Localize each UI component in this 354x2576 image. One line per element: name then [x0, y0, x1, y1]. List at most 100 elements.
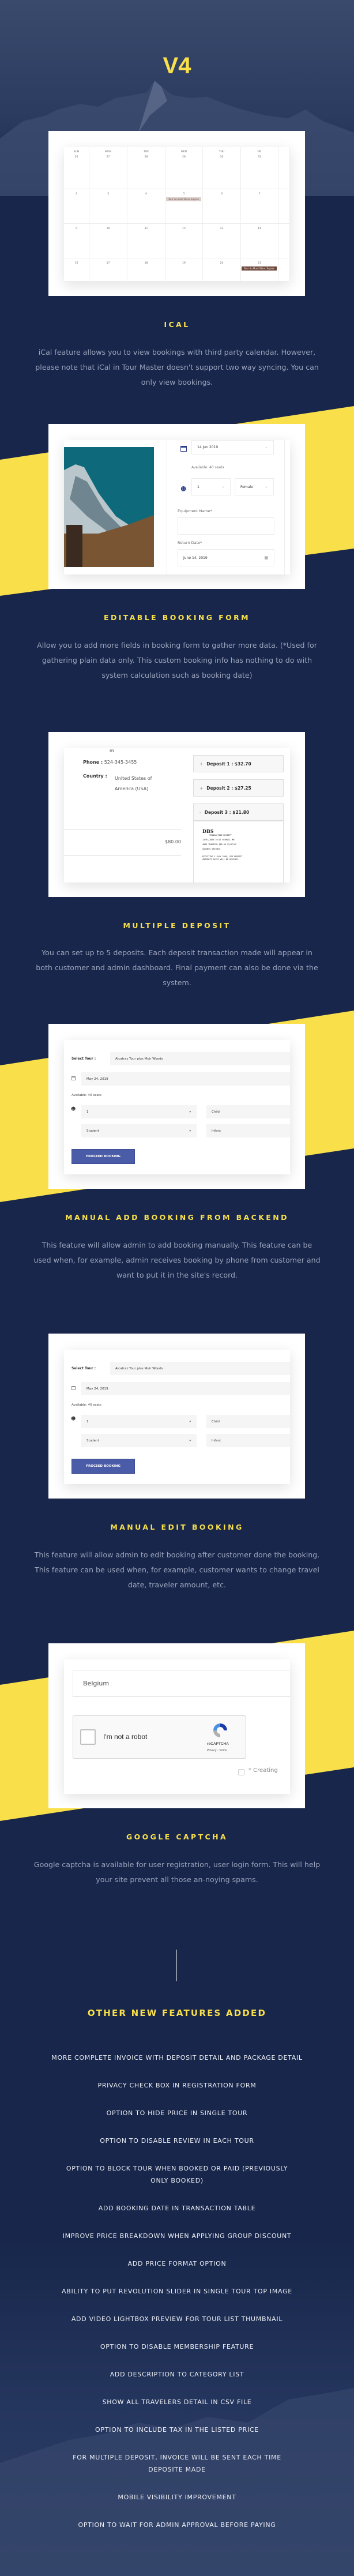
- calendar-day-cell[interactable]: 9: [64, 224, 89, 258]
- child-input[interactable]: Child: [206, 1105, 290, 1118]
- proceed-booking-button[interactable]: PROCEED BOOKING: [71, 1149, 135, 1164]
- calendar-day-cell[interactable]: 17: [89, 258, 127, 281]
- calendar-day-cell[interactable]: 14: [241, 224, 278, 258]
- receipt-image: DBS TRANSACTION RECEIPT 13/07/2009 10:31…: [202, 828, 274, 883]
- gender-select[interactable]: Female ⌄: [235, 478, 274, 495]
- tour-select[interactable]: Alcatraz Tour plus Muir Woods: [110, 1362, 290, 1375]
- caret-down-icon: ▾: [189, 1129, 191, 1133]
- chevron-down-icon: ⌄: [265, 485, 268, 489]
- plus-icon: +: [199, 761, 204, 767]
- deposit-2-accordion[interactable]: + Deposit 2 : $27.25: [193, 779, 284, 797]
- calendar-event[interactable]: Tour du Mont Blanc Expres: [166, 197, 201, 201]
- calendar-day-cell[interactable]: [278, 258, 290, 281]
- calendar: SUN 26 MON 27 TUE 28 WED 29 THU 30 FRI 31 2 3 4 5 Tour d…: [64, 147, 290, 281]
- calendar-day-cell[interactable]: MON 27: [89, 147, 127, 189]
- deposit-1-accordion[interactable]: + Deposit 1 : $32.70: [193, 755, 284, 772]
- people-select[interactable]: 1 ⌄: [191, 478, 231, 495]
- recaptcha-links[interactable]: Privacy - Terms: [207, 1749, 227, 1752]
- feature-list: MORE COMPLETE INVOICE WITH DEPOSIT DETAI…: [0, 2052, 354, 2547]
- calendar-day-cell[interactable]: 20: [203, 258, 241, 281]
- calendar-day-cell[interactable]: THU 30: [203, 147, 241, 189]
- calendar-day-cell[interactable]: SUN 26: [64, 147, 89, 189]
- country-input[interactable]: Belgium: [73, 1670, 290, 1697]
- feature-item: OPTION TO DISABLE REVIEW IN EACH TOUR: [100, 2137, 254, 2145]
- availability-text: Available: 40 seats: [71, 1094, 101, 1097]
- date-number: 31: [258, 156, 261, 159]
- calendar-day-cell[interactable]: 21 Tour du Mont Blanc Expres: [241, 258, 278, 281]
- section-desc-ical: iCal feature allows you to view bookings…: [35, 348, 319, 386]
- country-line-2: America (USA): [115, 786, 149, 791]
- date-input[interactable]: May 24, 2019: [81, 1382, 290, 1395]
- tour-value: Alcatraz Tour plus Muir Woods: [115, 1057, 163, 1061]
- return-date-input[interactable]: June 14, 2019 ▦: [178, 549, 274, 566]
- date-select[interactable]: 14 Jun 2019 ⌄: [191, 440, 274, 455]
- people-icon: ☻: [71, 1416, 76, 1421]
- proceed-booking-button[interactable]: PROCEED BOOKING: [71, 1459, 135, 1474]
- weekday-label: MON: [105, 151, 111, 153]
- date-number: 29: [182, 156, 186, 159]
- student-select[interactable]: Student ▾: [81, 1124, 197, 1137]
- calendar-day-cell[interactable]: 13: [203, 224, 241, 258]
- feature-item: OPTION TO WAIT FOR ADMIN APPROVAL BEFORE…: [78, 2521, 276, 2529]
- infant-input[interactable]: Infant: [206, 1434, 290, 1447]
- calendar-day-cell[interactable]: 7: [241, 189, 278, 224]
- receipt-line: 13/07/2009 10:31 REDHILL MRT: [202, 839, 236, 841]
- deposit-label: Deposit 3 : $21.80: [204, 809, 250, 815]
- calendar-day-cell[interactable]: 5 Tour du Mont Blanc Expres: [165, 189, 203, 224]
- deposit-3-accordion[interactable]: - Deposit 3 : $21.80: [193, 803, 284, 821]
- calendar-day-cell[interactable]: 18: [127, 258, 165, 281]
- equipment-input[interactable]: [178, 517, 274, 535]
- calendar-event[interactable]: Tour du Mont Blanc Expres: [242, 266, 277, 271]
- date-number: 27: [106, 156, 110, 159]
- date-number: 18: [144, 262, 148, 265]
- availability-text: Available: 40 seats: [71, 1403, 101, 1407]
- calendar-day-cell[interactable]: 16: [64, 258, 89, 281]
- receipt-heading: TRANSACTION RECEIPT: [209, 834, 232, 836]
- calendar-day-cell[interactable]: TUE 28: [127, 147, 165, 189]
- privacy-checkbox[interactable]: [238, 1769, 244, 1775]
- section-desc-editable-form: Allow you to add more fields in booking …: [37, 641, 317, 679]
- feature-item: OPTION TO INCLUDE TAX IN THE LISTED PRIC…: [95, 2426, 259, 2434]
- weekday-label: SUN: [73, 151, 80, 153]
- date-number: 16: [74, 262, 78, 265]
- child-input[interactable]: Child: [206, 1415, 290, 1428]
- calendar-day-cell[interactable]: WED 29: [165, 147, 203, 189]
- chevron-down-icon: ⌄: [265, 445, 268, 449]
- calendar-day-cell[interactable]: [278, 147, 290, 189]
- calendar-day-cell[interactable]: 2: [64, 189, 89, 224]
- country-value: United States of America (USA): [115, 773, 152, 794]
- recaptcha-checkbox[interactable]: [80, 1729, 96, 1745]
- date-number: 3: [107, 193, 109, 196]
- calendar-day-cell[interactable]: FRI 31: [241, 147, 278, 189]
- date-number: 14: [258, 227, 261, 230]
- calendar-day-cell[interactable]: 4: [127, 189, 165, 224]
- quantity-value: 1: [86, 1110, 89, 1114]
- date-number: 7: [258, 193, 261, 196]
- student-select[interactable]: Student ▾: [81, 1434, 197, 1447]
- feature-item: FOR MULTIPLE DEPOSIT, INVOICE WILL BE SE…: [73, 2454, 281, 2473]
- feature-item: ADD PRICE FORMAT OPTION: [127, 2260, 227, 2267]
- calendar-day-cell[interactable]: [278, 189, 290, 224]
- tour-select[interactable]: Alcatraz Tour plus Muir Woods: [110, 1052, 290, 1065]
- feature-item: SHOW ALL TRAVELERS DETAIL IN CSV FILE: [102, 2398, 252, 2406]
- availability-text: Available: 40 seats: [191, 465, 224, 470]
- equipment-label: Equipment Name*: [178, 509, 212, 513]
- calendar-day-cell[interactable]: 12: [165, 224, 203, 258]
- calendar-day-cell[interactable]: [278, 224, 290, 258]
- privacy-label: * Creating: [248, 1767, 278, 1774]
- calendar-day-cell[interactable]: 10: [89, 224, 127, 258]
- editable-form-screenshot: 14 Jun 2019 ⌄ Available: 40 seats ☻ 1 ⌄ Fe…: [48, 424, 305, 589]
- manual-booking-form: Select Tour : Alcatraz Tour plus Muir Wo…: [64, 1350, 290, 1484]
- calendar-day-cell[interactable]: 3: [89, 189, 127, 224]
- calendar-day-cell[interactable]: 6: [203, 189, 241, 224]
- date-input[interactable]: May 24, 2019: [81, 1072, 290, 1086]
- quantity-select[interactable]: 1 ▾: [81, 1415, 197, 1428]
- section-title-manual-add: MANUAL ADD BOOKING FROM BACKEND: [65, 1213, 289, 1222]
- quantity-select[interactable]: 1 ▾: [81, 1105, 197, 1118]
- feature-item: ADD VIDEO LIGHTBOX PREVIEW FOR TOUR LIST…: [71, 2315, 283, 2323]
- feature-item: IMPROVE PRICE BREAKDOWN WHEN APPLYING GR…: [62, 2232, 292, 2240]
- phone-row: Phone : 524-345-3455: [83, 760, 137, 765]
- calendar-day-cell[interactable]: 19: [165, 258, 203, 281]
- calendar-day-cell[interactable]: 11: [127, 224, 165, 258]
- infant-input[interactable]: Infant: [206, 1124, 290, 1137]
